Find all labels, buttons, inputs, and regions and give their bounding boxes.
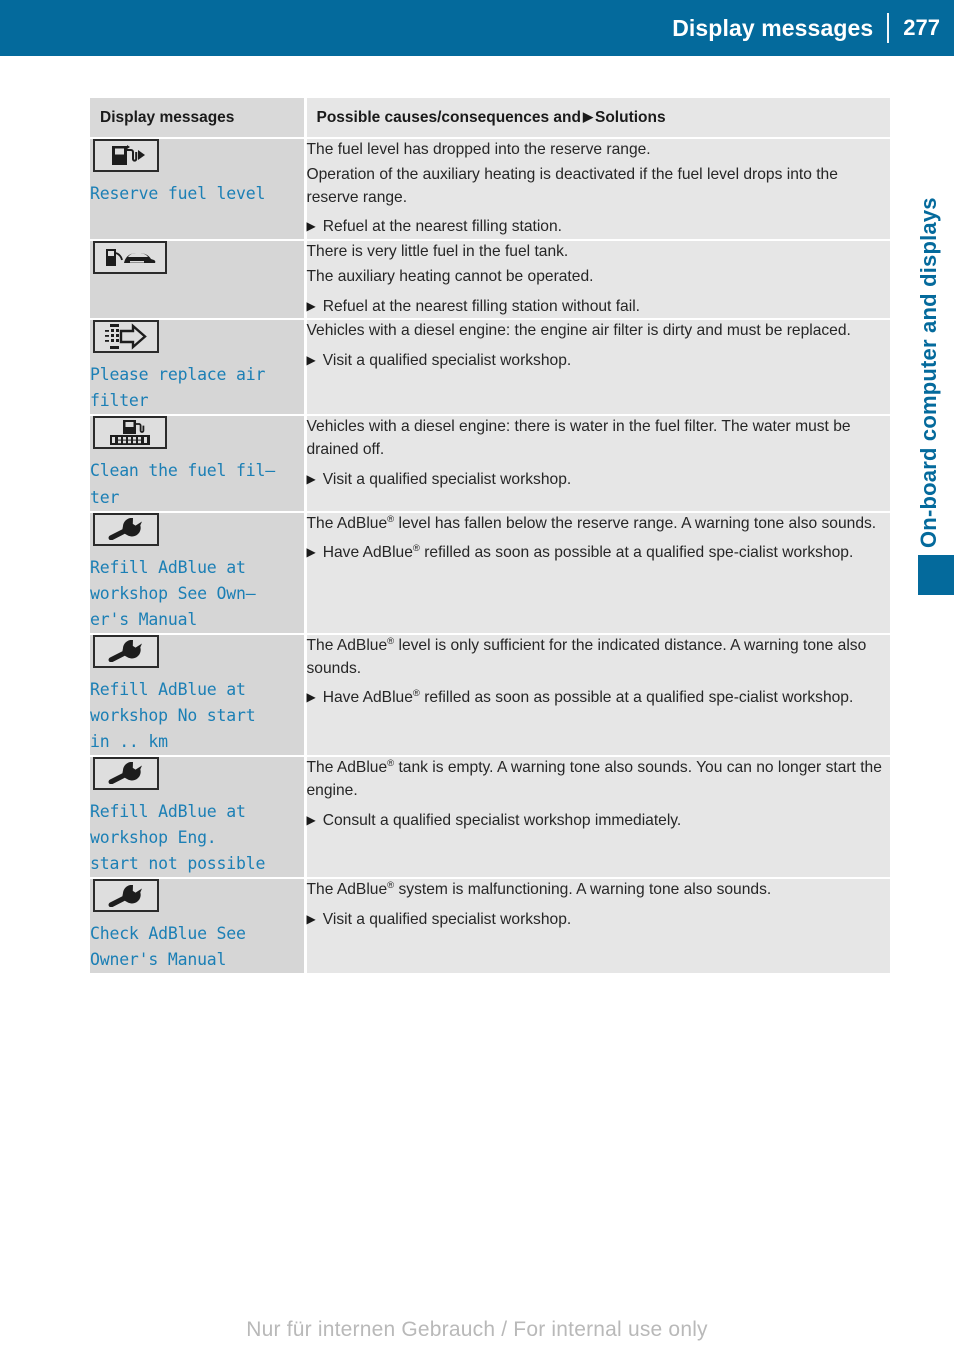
solution-item: ▶ Have AdBlue® refilled as soon as possib… [307,542,891,565]
column-header-display-messages: Display messages [90,98,305,139]
wrench-icon [106,884,146,907]
solutions-triangle-icon: ▶ [582,109,593,124]
solution-item: ▶ Have AdBlue® refilled as soon as possib… [307,687,891,710]
wrench-icon [106,640,146,663]
page-header: Display messages 277 [0,0,954,56]
solution-text: Visit a qualified specialist workshop. [322,471,572,489]
chapter-side-title: On-board computer and displays [916,197,941,548]
solution-triangle-icon: ▶ [306,353,316,368]
air-filter-arrow-icon [103,323,149,351]
display-message-text: Clean the fuel fil– ter [90,461,275,507]
display-message-cell: Refill AdBlue at workshop Eng. start not… [90,754,305,879]
cause-paragraph: The AdBlue® level is only sufficient for… [306,635,867,677]
fuel-pump-car-icon [104,245,156,270]
solution-text: Visit a qualified specialist workshop. [322,910,572,928]
page-number: 277 [903,15,940,40]
fuel-filter-icon [105,419,155,446]
icon-frame [93,320,159,354]
solution-triangle-icon: ▶ [306,545,316,560]
cause-paragraph: There is very little fuel in the fuel ta… [306,243,569,261]
wrench-icon [106,762,146,785]
table-row: Please replace air filter Vehicles with a… [90,318,891,416]
solution-text: Visit a qualified specialist workshop. [322,352,572,370]
icon-frame [93,879,159,913]
solution-item: ▶ Visit a qualified specialist workshop. [307,909,891,932]
table-row: Refill AdBlue at workshop No start in ..… [90,632,891,756]
causes-solutions-cell: The AdBlue® level is only sufficient for… [303,632,891,756]
display-messages-table: Display messages Possible causes/consequ… [90,98,891,974]
solution-triangle-icon: ▶ [306,298,316,313]
display-message-text: Please replace air filter [90,365,266,411]
display-message-text: Refill AdBlue at workshop See Own– er's … [90,557,256,629]
display-message-cell: Reserve fuel level [90,136,305,241]
solution-item: ▶ Consult a qualified specialist workshop… [307,810,891,833]
table-row: Clean the fuel fil– ter Vehicles with a d… [90,414,891,512]
icon-frame [93,139,159,172]
icon-frame [93,756,159,790]
table-row: Refill AdBlue at workshop See Own– er's … [90,510,891,634]
cause-paragraph: Vehicles with a diesel engine: the engin… [306,322,851,340]
solution-item: ▶ Visit a qualified specialist workshop. [307,350,891,373]
solution-item: ▶ Visit a qualified specialist workshop. [307,469,891,492]
causes-solutions-cell: The AdBlue® system is malfunctioning. A … [303,877,891,974]
icon-frame [93,634,159,668]
fuel-pump-reserve-icon [105,143,147,168]
cause-paragraph: The fuel level has dropped into the rese… [306,141,651,158]
display-message-cell [90,239,305,320]
header-inner: Display messages 277 [672,0,954,56]
solution-item: ▶ Refuel at the nearest filling station. [307,216,891,239]
solution-text: Have AdBlue® refilled as soon as possibl… [322,543,854,562]
display-message-text: Check AdBlue See Owner's Manual [90,924,246,970]
solution-item: ▶ Refuel at the nearest filling station w… [307,296,891,319]
internal-use-watermark: Nur für internen Gebrauch / For internal… [246,1318,708,1341]
cause-paragraph: The AdBlue® tank is empty. A warning ton… [306,757,882,799]
manual-page: Display messages 277 On-board computer a… [0,0,954,1354]
column-header-causes-solutions: Possible causes/consequences and ▶ Solutio… [303,98,890,139]
cause-paragraph: Vehicles with a diesel engine: there is … [306,418,851,459]
icon-frame [93,241,167,275]
display-message-cell: Refill AdBlue at workshop See Own– er's … [90,510,305,634]
page-title: Display messages [672,14,874,41]
icon-frame [93,416,167,450]
cause-paragraph: The auxiliary heating cannot be operated… [306,267,594,285]
display-message-cell: Please replace air filter [90,318,305,416]
table-row: Check AdBlue See Owner's Manual The AdBlu… [90,877,891,974]
solution-triangle-icon: ▶ [306,812,316,827]
column-header-causes-text: Possible causes/consequences and [316,109,581,126]
table-row: Refill AdBlue at workshop Eng. start not… [90,754,891,879]
solution-text: Refuel at the nearest filling station. [322,218,562,236]
causes-solutions-cell: Vehicles with a diesel engine: the engin… [303,318,891,416]
solution-triangle-icon: ▶ [306,472,316,487]
causes-solutions-cell: The AdBlue® tank is empty. A warning ton… [303,754,891,879]
table-body: Reserve fuel level The fuel level has dro… [90,136,891,974]
table-row: Reserve fuel level The fuel level has dro… [90,136,891,241]
display-message-cell: Check AdBlue See Owner's Manual [90,877,305,974]
header-divider [887,13,890,43]
solution-triangle-icon: ▶ [306,911,316,926]
causes-solutions-cell: Vehicles with a diesel engine: there is … [303,414,891,512]
icon-frame [93,512,159,546]
cause-paragraph: The AdBlue® level has fallen below the r… [306,513,877,532]
solution-text: Refuel at the nearest filling station wi… [322,297,640,315]
solution-text: Consult a qualified specialist workshop … [322,811,682,829]
display-message-text: Refill AdBlue at workshop No start in ..… [90,679,256,751]
display-message-text: Reserve fuel level [90,184,266,203]
solution-text: Have AdBlue® refilled as soon as possibl… [322,688,854,707]
solution-triangle-icon: ▶ [306,219,316,234]
column-header-solutions-text: Solutions [594,109,666,126]
solution-triangle-icon: ▶ [306,690,316,705]
table-header-row: Display messages Possible causes/consequ… [90,98,890,139]
causes-solutions-cell: There is very little fuel in the fuel ta… [303,239,891,320]
causes-solutions-cell: The fuel level has dropped into the rese… [303,136,891,241]
display-message-cell: Clean the fuel fil– ter [90,414,305,512]
chapter-tab-marker [918,555,954,595]
cause-paragraph: Operation of the auxiliary heating is de… [306,165,838,206]
display-message-cell: Refill AdBlue at workshop No start in ..… [90,632,305,756]
table-row: There is very little fuel in the fuel ta… [90,239,891,320]
wrench-icon [106,518,146,541]
cause-paragraph: The AdBlue® system is malfunctioning. A … [306,879,772,899]
causes-solutions-cell: The AdBlue® level has fallen below the r… [303,510,891,634]
display-message-text: Refill AdBlue at workshop Eng. start not… [90,801,266,874]
